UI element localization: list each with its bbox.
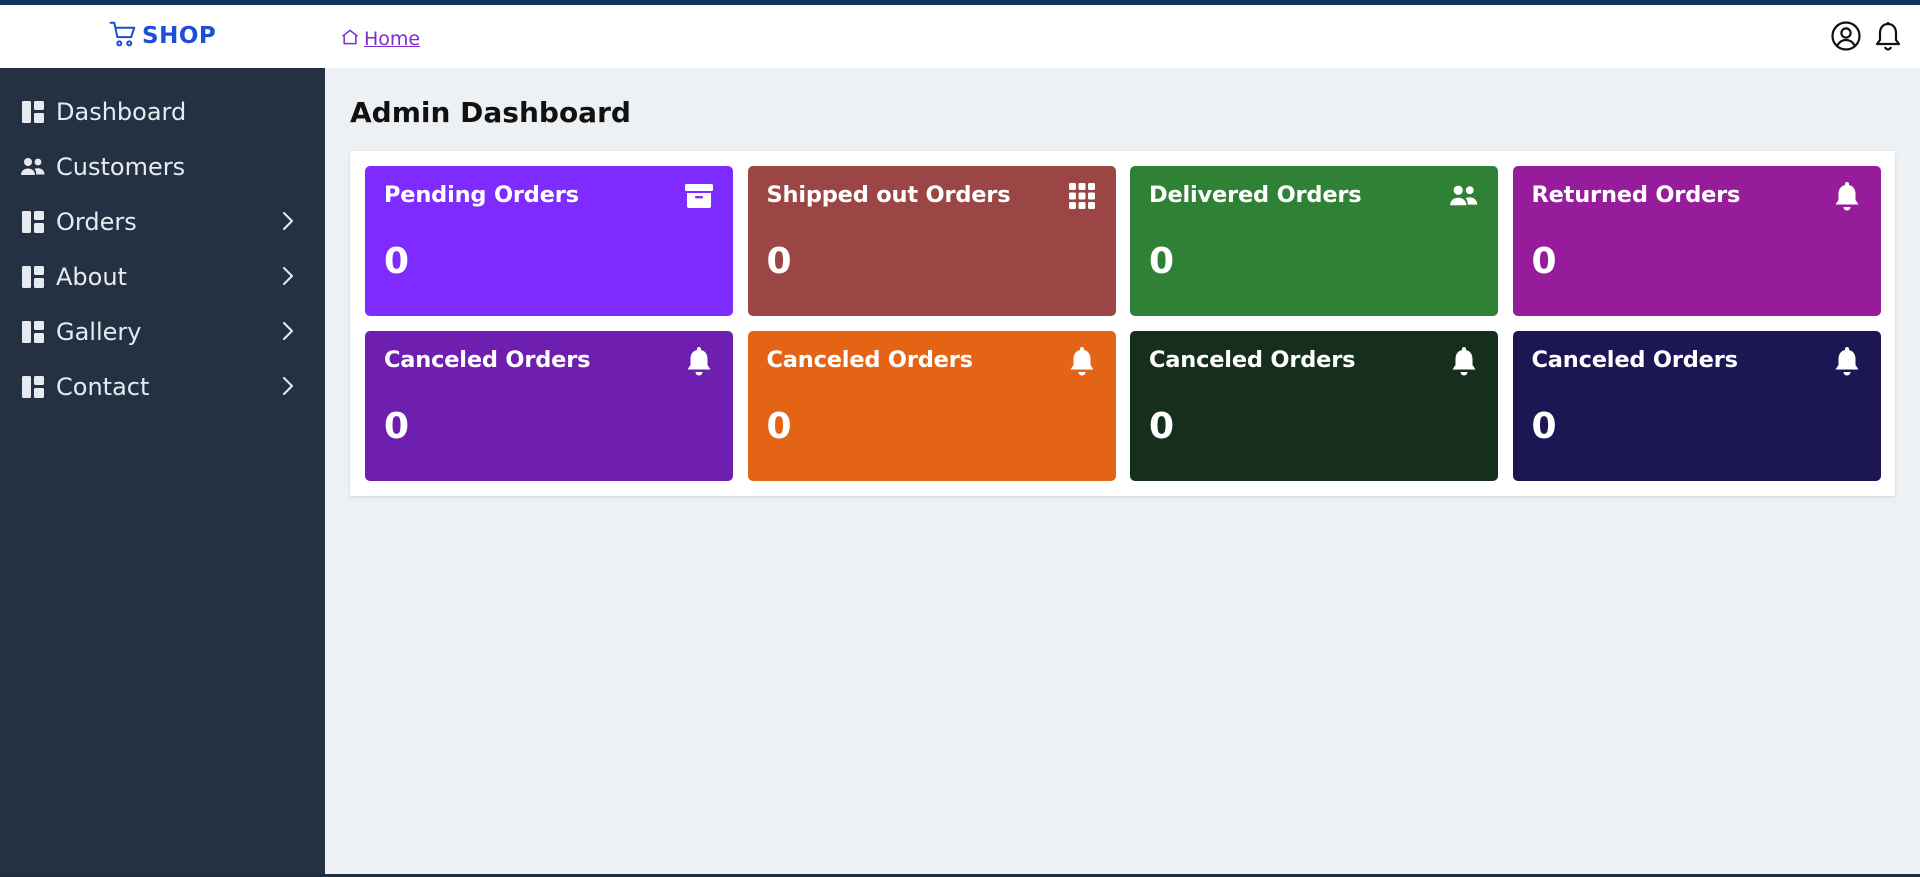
stat-card-title: Shipped out Orders bbox=[766, 182, 1011, 208]
dashboard-icon bbox=[20, 374, 46, 400]
sidebar-item-about[interactable]: About bbox=[0, 249, 325, 304]
logo-text: SHOP bbox=[142, 23, 217, 49]
stat-card-title: Canceled Orders bbox=[1149, 347, 1356, 373]
stat-card-value: 0 bbox=[1531, 406, 1557, 447]
breadcrumb-home-link[interactable]: Home bbox=[364, 28, 420, 50]
users-icon bbox=[20, 154, 46, 180]
header-actions bbox=[1830, 20, 1904, 52]
sidebar-item-label: Customers bbox=[56, 152, 186, 181]
notification-bell-icon[interactable] bbox=[1872, 20, 1904, 52]
dashboard-icon bbox=[20, 99, 46, 125]
sidebar-item-label: Gallery bbox=[56, 317, 142, 346]
stat-card-returned-orders[interactable]: Returned Orders 0 bbox=[1512, 166, 1881, 316]
chevron-right-icon[interactable] bbox=[277, 210, 299, 232]
stat-card-delivered-orders[interactable]: Delivered Orders 0 bbox=[1130, 166, 1498, 316]
grid-icon bbox=[1066, 180, 1098, 212]
breadcrumb: Home bbox=[340, 27, 420, 51]
bell-icon bbox=[1448, 345, 1480, 377]
stat-card-canceled-orders[interactable]: Canceled Orders 0 bbox=[365, 331, 733, 481]
cart-icon bbox=[108, 19, 138, 53]
dashboard-icon bbox=[20, 209, 46, 235]
stat-card-value: 0 bbox=[384, 406, 410, 447]
stat-card-value: 0 bbox=[766, 241, 792, 282]
archive-icon bbox=[683, 180, 715, 212]
bell-icon bbox=[1831, 345, 1863, 377]
users-icon bbox=[1448, 180, 1480, 212]
stat-card-value: 0 bbox=[384, 241, 410, 282]
sidebar: Dashboard Customers Orders About Gallery Cont… bbox=[0, 68, 325, 874]
sidebar-item-label: Contact bbox=[56, 372, 150, 401]
bell-icon bbox=[683, 345, 715, 377]
stat-card-value: 0 bbox=[1149, 241, 1175, 282]
shop-logo[interactable]: SHOP bbox=[108, 19, 216, 53]
home-icon bbox=[340, 27, 360, 51]
sidebar-item-label: About bbox=[56, 262, 127, 291]
chevron-right-icon[interactable] bbox=[277, 320, 299, 342]
page-title: Admin Dashboard bbox=[350, 96, 631, 129]
top-header: SHOP Home bbox=[0, 5, 1920, 68]
sidebar-item-contact[interactable]: Contact bbox=[0, 359, 325, 414]
stat-card-canceled-orders[interactable]: Canceled Orders 0 bbox=[1512, 331, 1881, 481]
stat-card-canceled-orders[interactable]: Canceled Orders 0 bbox=[1130, 331, 1498, 481]
bell-icon bbox=[1066, 345, 1098, 377]
bell-icon bbox=[1831, 180, 1863, 212]
sidebar-item-dashboard[interactable]: Dashboard bbox=[0, 84, 325, 139]
dashboard-icon bbox=[20, 264, 46, 290]
sidebar-item-gallery[interactable]: Gallery bbox=[0, 304, 325, 359]
stat-card-title: Pending Orders bbox=[384, 182, 579, 208]
stat-card-value: 0 bbox=[1149, 406, 1175, 447]
stats-grid: Pending Orders 0 Shipped out Orders 0 Delive… bbox=[365, 166, 1881, 481]
stat-card-value: 0 bbox=[1531, 241, 1557, 282]
sidebar-item-label: Dashboard bbox=[56, 97, 187, 126]
dashboard-icon bbox=[20, 319, 46, 345]
stat-card-title: Canceled Orders bbox=[384, 347, 591, 373]
stat-card-canceled-orders[interactable]: Canceled Orders 0 bbox=[747, 331, 1116, 481]
stat-card-value: 0 bbox=[766, 406, 792, 447]
stat-card-title: Returned Orders bbox=[1531, 182, 1741, 208]
stat-card-pending-orders[interactable]: Pending Orders 0 bbox=[365, 166, 733, 316]
sidebar-item-customers[interactable]: Customers bbox=[0, 139, 325, 194]
stat-card-title: Canceled Orders bbox=[766, 347, 974, 373]
sidebar-item-label: Orders bbox=[56, 207, 137, 236]
stats-panel: Pending Orders 0 Shipped out Orders 0 Delive… bbox=[350, 151, 1895, 496]
stat-card-shipped-out-orders[interactable]: Shipped out Orders 0 bbox=[747, 166, 1116, 316]
user-profile-icon[interactable] bbox=[1830, 20, 1862, 52]
chevron-right-icon[interactable] bbox=[277, 265, 299, 287]
chevron-right-icon[interactable] bbox=[277, 375, 299, 397]
sidebar-item-orders[interactable]: Orders bbox=[0, 194, 325, 249]
stat-card-title: Delivered Orders bbox=[1149, 182, 1362, 208]
stat-card-title: Canceled Orders bbox=[1531, 347, 1739, 373]
